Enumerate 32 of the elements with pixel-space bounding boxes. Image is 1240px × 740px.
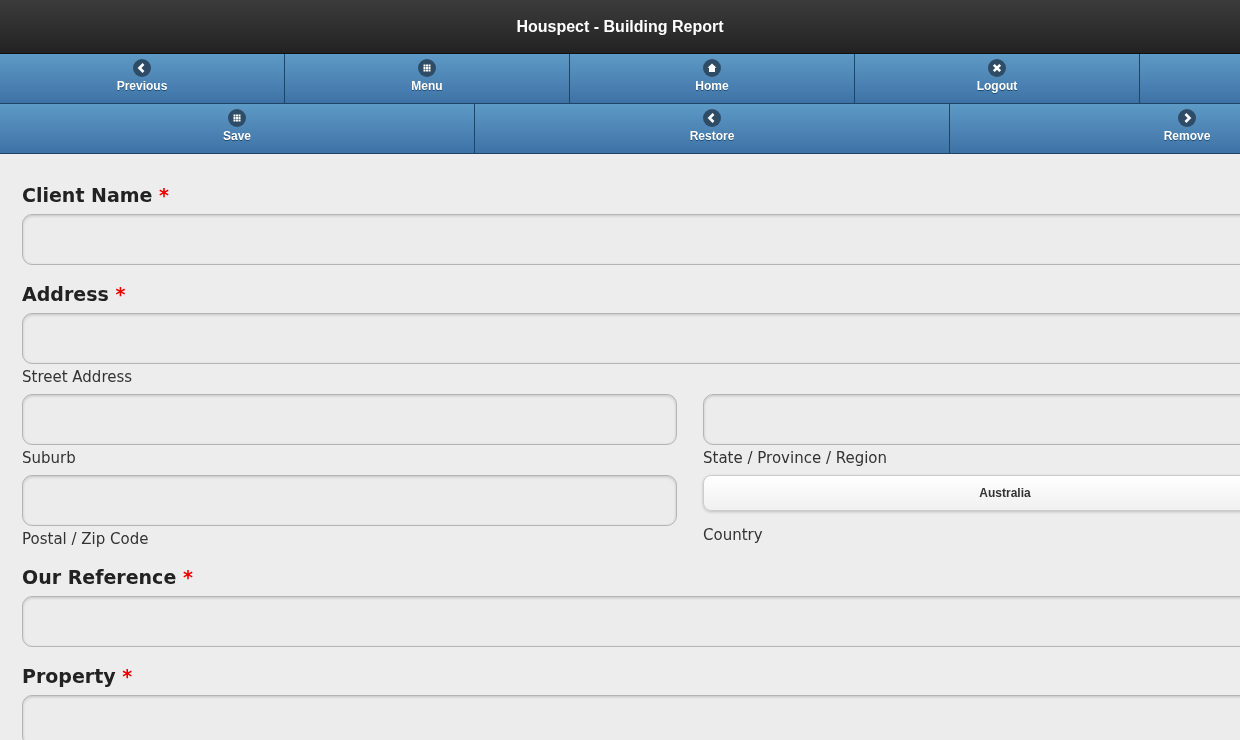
field-caption: Postal / Zip Code xyxy=(22,530,149,548)
field-caption: Street Address xyxy=(22,368,133,386)
field-label: Address * xyxy=(22,283,126,305)
country-select[interactable]: Australia xyxy=(703,475,1240,511)
nav-button[interactable]: Previous xyxy=(0,54,285,103)
nav-button[interactable]: Menu xyxy=(285,54,570,103)
field-caption: Suburb xyxy=(22,449,76,467)
field-label: Property * xyxy=(22,665,133,687)
field-caption: State / Province / Region xyxy=(703,449,888,467)
input-field[interactable] xyxy=(22,695,1240,740)
field-label: Client Name * xyxy=(22,184,170,206)
nav-button[interactable]: Restore xyxy=(475,104,950,153)
input-field[interactable] xyxy=(22,475,677,526)
field-label: Our Reference * xyxy=(22,566,193,588)
input-field[interactable] xyxy=(22,394,677,445)
close-icon xyxy=(988,59,1006,77)
home-icon xyxy=(703,59,721,77)
input-field[interactable] xyxy=(703,394,1240,445)
nav-button[interactable]: Save xyxy=(0,104,475,153)
nav-button[interactable]: Remove xyxy=(950,104,1240,153)
chevron-right-icon xyxy=(1178,109,1196,127)
field-caption: Country xyxy=(703,526,763,544)
input-field[interactable] xyxy=(22,313,1240,364)
window-title: Houspect - Building Report xyxy=(516,17,724,36)
nav-button[interactable]: Logout xyxy=(855,54,1140,103)
nav-button[interactable]: Home xyxy=(570,54,855,103)
chevron-left-icon xyxy=(133,59,151,77)
chevron-left-icon xyxy=(703,109,721,127)
grid-icon xyxy=(418,59,436,77)
input-field[interactable] xyxy=(22,214,1240,265)
input-field[interactable] xyxy=(22,596,1240,647)
grid-icon xyxy=(228,109,246,127)
